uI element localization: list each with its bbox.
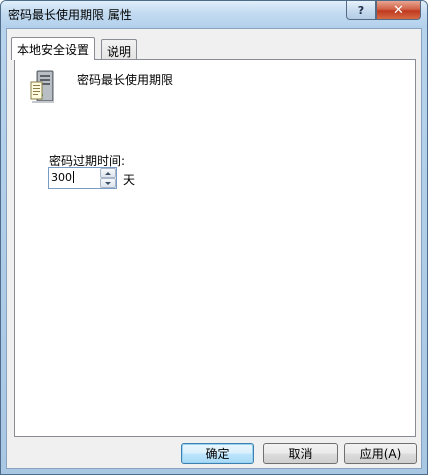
policy-name: 密码最长使用期限 bbox=[77, 73, 174, 87]
password-age-input[interactable]: 300 bbox=[51, 171, 74, 184]
title-bar[interactable]: 密码最长使用期限 属性 ? ✕ bbox=[1, 1, 427, 28]
dialog-client-area: 本地安全设置 说明 密码最长使用期限 密码过期时间: 300 天 确定 取消 应… bbox=[6, 28, 422, 469]
close-icon: ✕ bbox=[393, 2, 404, 18]
password-age-spinbox[interactable]: 300 bbox=[48, 167, 117, 189]
ok-button[interactable]: 确定 bbox=[181, 443, 254, 464]
close-button[interactable]: ✕ bbox=[376, 1, 421, 20]
cancel-button[interactable]: 取消 bbox=[263, 443, 338, 464]
properties-window: 密码最长使用期限 属性 ? ✕ 本地安全设置 说明 密码最长使用期限 密码过期时… bbox=[0, 0, 428, 475]
help-icon: ? bbox=[357, 3, 365, 17]
tab-label: 本地安全设置 bbox=[17, 43, 90, 57]
chevron-down-icon bbox=[105, 181, 111, 185]
days-unit-label: 天 bbox=[123, 173, 136, 187]
spin-up-button[interactable] bbox=[100, 168, 116, 178]
apply-button[interactable]: 应用(A) bbox=[344, 443, 417, 464]
chevron-up-icon bbox=[105, 171, 111, 175]
tab-panel: 密码最长使用期限 密码过期时间: 300 天 bbox=[14, 59, 416, 437]
tab-label: 说明 bbox=[107, 45, 132, 59]
spin-down-button[interactable] bbox=[100, 178, 116, 188]
help-button[interactable]: ? bbox=[346, 1, 376, 20]
window-title: 密码最长使用期限 属性 bbox=[8, 8, 132, 22]
tab-local-security-setting[interactable]: 本地安全设置 bbox=[11, 37, 96, 60]
server-policy-icon bbox=[30, 70, 54, 103]
tab-explain[interactable]: 说明 bbox=[101, 39, 138, 60]
